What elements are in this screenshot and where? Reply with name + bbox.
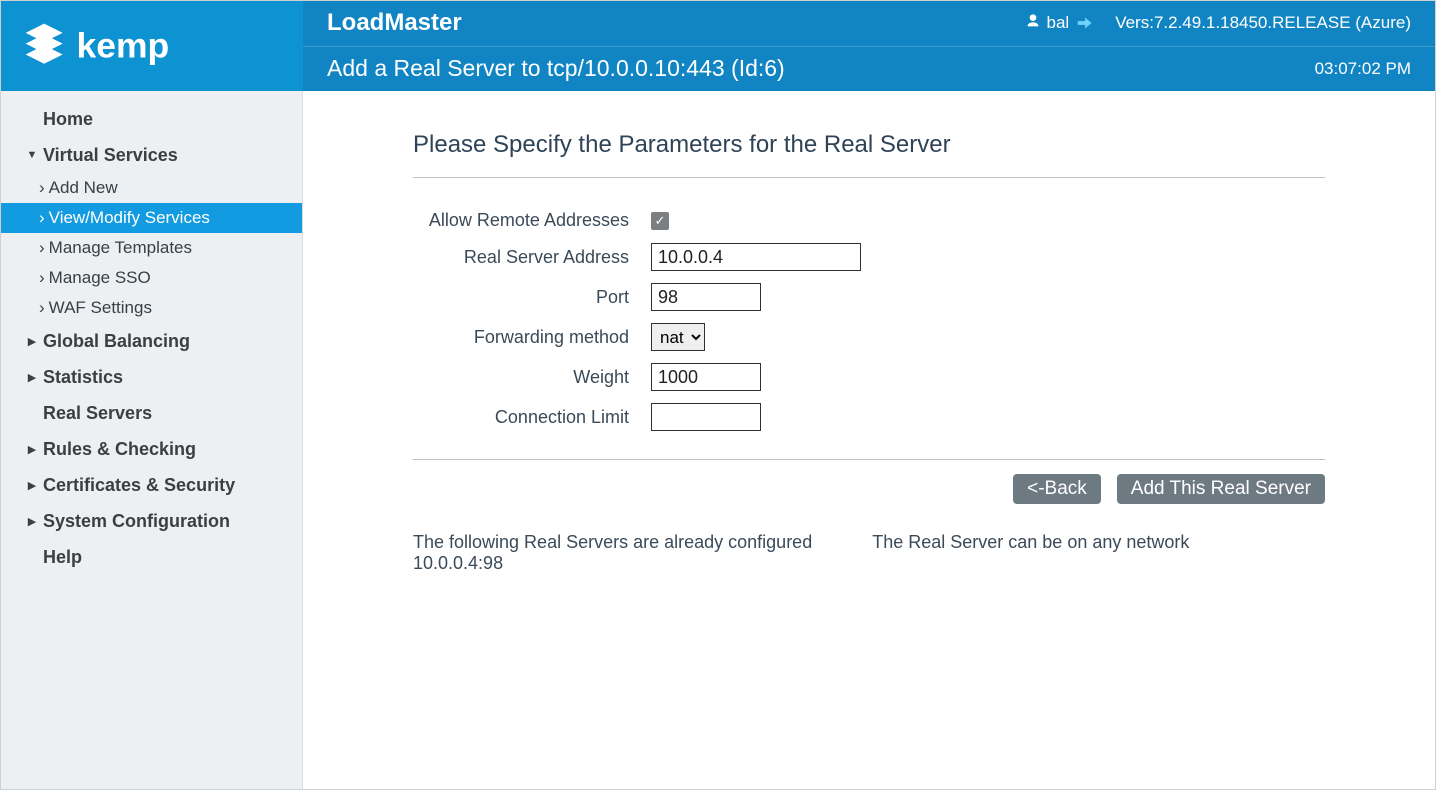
nav-label: Certificates & Security bbox=[43, 475, 235, 496]
logout-icon[interactable] bbox=[1075, 12, 1097, 34]
label-forwarding: Forwarding method bbox=[413, 317, 643, 357]
nav-label: Rules & Checking bbox=[43, 439, 196, 460]
nav-rules-checking[interactable]: Rules & Checking bbox=[1, 431, 302, 467]
nav-manage-templates[interactable]: Manage Templates bbox=[1, 233, 302, 263]
nav-label: Home bbox=[43, 109, 93, 130]
sidebar: Home Virtual Services Add New View/Modif… bbox=[1, 91, 303, 789]
nav-label: Real Servers bbox=[43, 403, 152, 424]
username: bal bbox=[1047, 13, 1070, 33]
caret-down-icon bbox=[25, 149, 39, 161]
label-conn-limit: Connection Limit bbox=[413, 397, 643, 437]
caret-right-icon bbox=[25, 515, 39, 528]
nav-label: Statistics bbox=[43, 367, 123, 388]
nav-real-servers[interactable]: Real Servers bbox=[1, 395, 302, 431]
nav-virtual-services[interactable]: Virtual Services bbox=[1, 137, 302, 173]
address-input[interactable] bbox=[651, 243, 861, 271]
app-title: LoadMaster bbox=[327, 9, 462, 37]
real-server-form: Allow Remote Addresses Real Server Addre… bbox=[413, 204, 869, 437]
add-real-server-button[interactable]: Add This Real Server bbox=[1117, 474, 1325, 504]
nav-statistics[interactable]: Statistics bbox=[1, 359, 302, 395]
nav-view-modify-services[interactable]: View/Modify Services bbox=[1, 203, 302, 233]
label-allow-remote: Allow Remote Addresses bbox=[413, 204, 643, 237]
button-bar: <-Back Add This Real Server bbox=[413, 459, 1325, 504]
label-address: Real Server Address bbox=[413, 237, 643, 277]
weight-input[interactable] bbox=[651, 363, 761, 391]
conn-limit-input[interactable] bbox=[651, 403, 761, 431]
caret-right-icon bbox=[25, 479, 39, 492]
caret-right-icon bbox=[25, 371, 39, 384]
main-content: Please Specify the Parameters for the Re… bbox=[303, 91, 1435, 789]
notes: The following Real Servers are already c… bbox=[413, 532, 1325, 574]
caret-right-icon bbox=[25, 335, 39, 348]
top-banner: kemp LoadMaster bal Vers:7.2.49.1.18450.… bbox=[1, 1, 1435, 91]
nav-global-balancing[interactable]: Global Balancing bbox=[1, 323, 302, 359]
forwarding-select[interactable]: nat bbox=[651, 323, 705, 351]
nav-label: Global Balancing bbox=[43, 331, 190, 352]
configured-list: 10.0.0.4:98 bbox=[413, 553, 503, 573]
nav-label: System Configuration bbox=[43, 511, 230, 532]
brand-logo: kemp bbox=[1, 1, 303, 91]
section-title: Please Specify the Parameters for the Re… bbox=[413, 131, 1325, 178]
user-block[interactable]: bal bbox=[1025, 12, 1098, 34]
back-button[interactable]: <-Back bbox=[1013, 474, 1101, 504]
user-icon bbox=[1025, 13, 1041, 34]
configured-intro: The following Real Servers are already c… bbox=[413, 532, 812, 552]
any-network-note: The Real Server can be on any network bbox=[872, 532, 1189, 552]
nav-home[interactable]: Home bbox=[1, 101, 302, 137]
nav-manage-sso[interactable]: Manage SSO bbox=[1, 263, 302, 293]
page-subtitle: Add a Real Server to tcp/10.0.0.10:443 (… bbox=[327, 55, 785, 82]
nav-help[interactable]: Help bbox=[1, 539, 302, 575]
banner-right: LoadMaster bal Vers:7.2.49.1.18450.RELEA… bbox=[303, 1, 1435, 91]
nav-certificates-security[interactable]: Certificates & Security bbox=[1, 467, 302, 503]
caret-right-icon bbox=[25, 443, 39, 456]
svg-text:kemp: kemp bbox=[77, 26, 170, 66]
nav-add-new[interactable]: Add New bbox=[1, 173, 302, 203]
allow-remote-checkbox[interactable] bbox=[651, 212, 669, 230]
port-input[interactable] bbox=[651, 283, 761, 311]
label-port: Port bbox=[413, 277, 643, 317]
nav-waf-settings[interactable]: WAF Settings bbox=[1, 293, 302, 323]
label-weight: Weight bbox=[413, 357, 643, 397]
nav-label: Virtual Services bbox=[43, 145, 178, 166]
nav-label: Help bbox=[43, 547, 82, 568]
version-label: Vers:7.2.49.1.18450.RELEASE (Azure) bbox=[1115, 13, 1411, 33]
clock: 03:07:02 PM bbox=[1315, 59, 1411, 79]
nav-system-configuration[interactable]: System Configuration bbox=[1, 503, 302, 539]
